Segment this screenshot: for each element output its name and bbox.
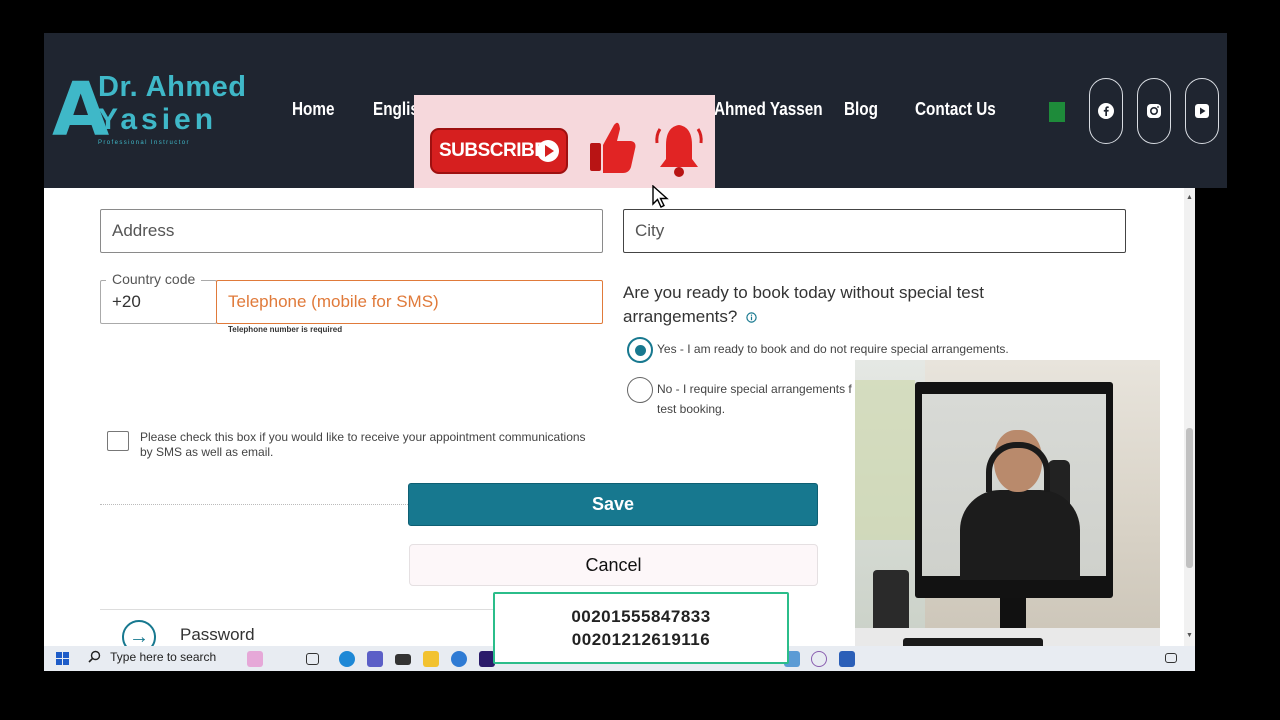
bell-icon: [655, 125, 703, 177]
taskbar-search[interactable]: Type here to search: [88, 650, 216, 664]
phone-number-2: 00201212619116: [571, 630, 711, 649]
divider: [100, 504, 420, 505]
webcam-monitor-screen: [922, 394, 1106, 580]
radio-yes-ready[interactable]: [627, 337, 653, 363]
phone-numbers-overlay: 00201555847833 00201212619116: [493, 592, 789, 664]
scroll-down-icon[interactable]: ▼: [1186, 632, 1193, 639]
windows-start-icon[interactable]: [56, 652, 69, 665]
telephone-field[interactable]: Telephone (mobile for SMS): [216, 280, 603, 324]
city-field[interactable]: City: [623, 209, 1126, 253]
edge-icon[interactable]: [339, 651, 355, 667]
sms-checkbox[interactable]: [107, 431, 129, 451]
youtube-icon[interactable]: [1185, 78, 1219, 144]
webcam-background-green: [855, 380, 915, 540]
widget-icon[interactable]: [247, 651, 263, 667]
radio-no-special[interactable]: [627, 377, 653, 403]
nav-blog[interactable]: Blog: [844, 99, 878, 120]
save-button[interactable]: Save: [408, 483, 818, 526]
logo-mark: A: [52, 67, 110, 153]
site-logo[interactable]: A Dr. Ahmed Yasien Professional Instruct…: [52, 67, 246, 153]
password-label: Password: [180, 625, 255, 644]
webcam-monitor: [915, 382, 1113, 598]
telephone-error-message: Telephone number is required: [228, 325, 343, 334]
subscribe-button[interactable]: SUBSCRIBE: [430, 128, 568, 174]
country-code-label: Country code: [106, 271, 202, 287]
nav-contact-us[interactable]: Contact Us: [915, 99, 996, 120]
sms-checkbox-label: Please check this box if you would like …: [140, 430, 586, 459]
booking-question: Are you ready to book today without spec…: [623, 281, 1093, 329]
scroll-up-icon[interactable]: ▲: [1186, 194, 1193, 201]
task-view-icon[interactable]: [306, 653, 319, 665]
language-flag-icon[interactable]: [1049, 102, 1065, 122]
search-app-icon[interactable]: [451, 651, 467, 667]
play-icon: [537, 140, 559, 162]
radio-no-label-line2: test booking.: [657, 402, 726, 416]
radio-no-label-line1: No - I require special arrangements f: [657, 382, 852, 396]
teams-icon[interactable]: [367, 651, 383, 667]
password-section[interactable]: → Password: [100, 609, 520, 646]
radio-yes-label: Yes - I am ready to book and do not requ…: [657, 342, 1009, 356]
logo-name-line2: Yasien: [98, 103, 218, 136]
subscribe-button-label: SUBSCRIBE: [439, 140, 547, 161]
instagram-icon[interactable]: [1137, 78, 1171, 144]
mouse-cursor-icon: [652, 185, 669, 208]
page-scrollbar[interactable]: ▲ ▼: [1184, 188, 1195, 646]
mail-icon[interactable]: [395, 654, 411, 665]
arrow-right-circle-icon: →: [122, 620, 156, 646]
taskbar-search-placeholder: Type here to search: [110, 650, 217, 664]
presenter-body: [960, 490, 1080, 580]
cancel-button[interactable]: Cancel: [409, 544, 818, 586]
logo-tagline: Professional Instructor: [98, 140, 190, 146]
word-icon[interactable]: [839, 651, 855, 667]
snip-icon[interactable]: [811, 651, 827, 667]
logo-name-line1: Dr. Ahmed: [98, 71, 247, 103]
headset-icon: [986, 442, 1050, 492]
notification-icon[interactable]: [1165, 653, 1177, 663]
thumbs-up-icon: [590, 122, 636, 173]
file-explorer-icon[interactable]: [423, 651, 439, 667]
facebook-icon[interactable]: [1089, 78, 1123, 144]
subscribe-overlay: SUBSCRIBE: [414, 95, 715, 188]
address-field[interactable]: Address: [100, 209, 603, 253]
search-icon: [88, 650, 101, 663]
booking-question-text: Are you ready to book today without spec…: [623, 283, 984, 326]
webcam-overlay: [855, 360, 1160, 670]
info-icon[interactable]: [746, 312, 757, 323]
scrollbar-thumb[interactable]: [1186, 428, 1193, 568]
nav-home[interactable]: Home: [292, 99, 335, 120]
phone-number-1: 00201555847833: [571, 607, 711, 626]
nav-ahmed-yassen[interactable]: Ahmed Yassen: [714, 99, 823, 120]
